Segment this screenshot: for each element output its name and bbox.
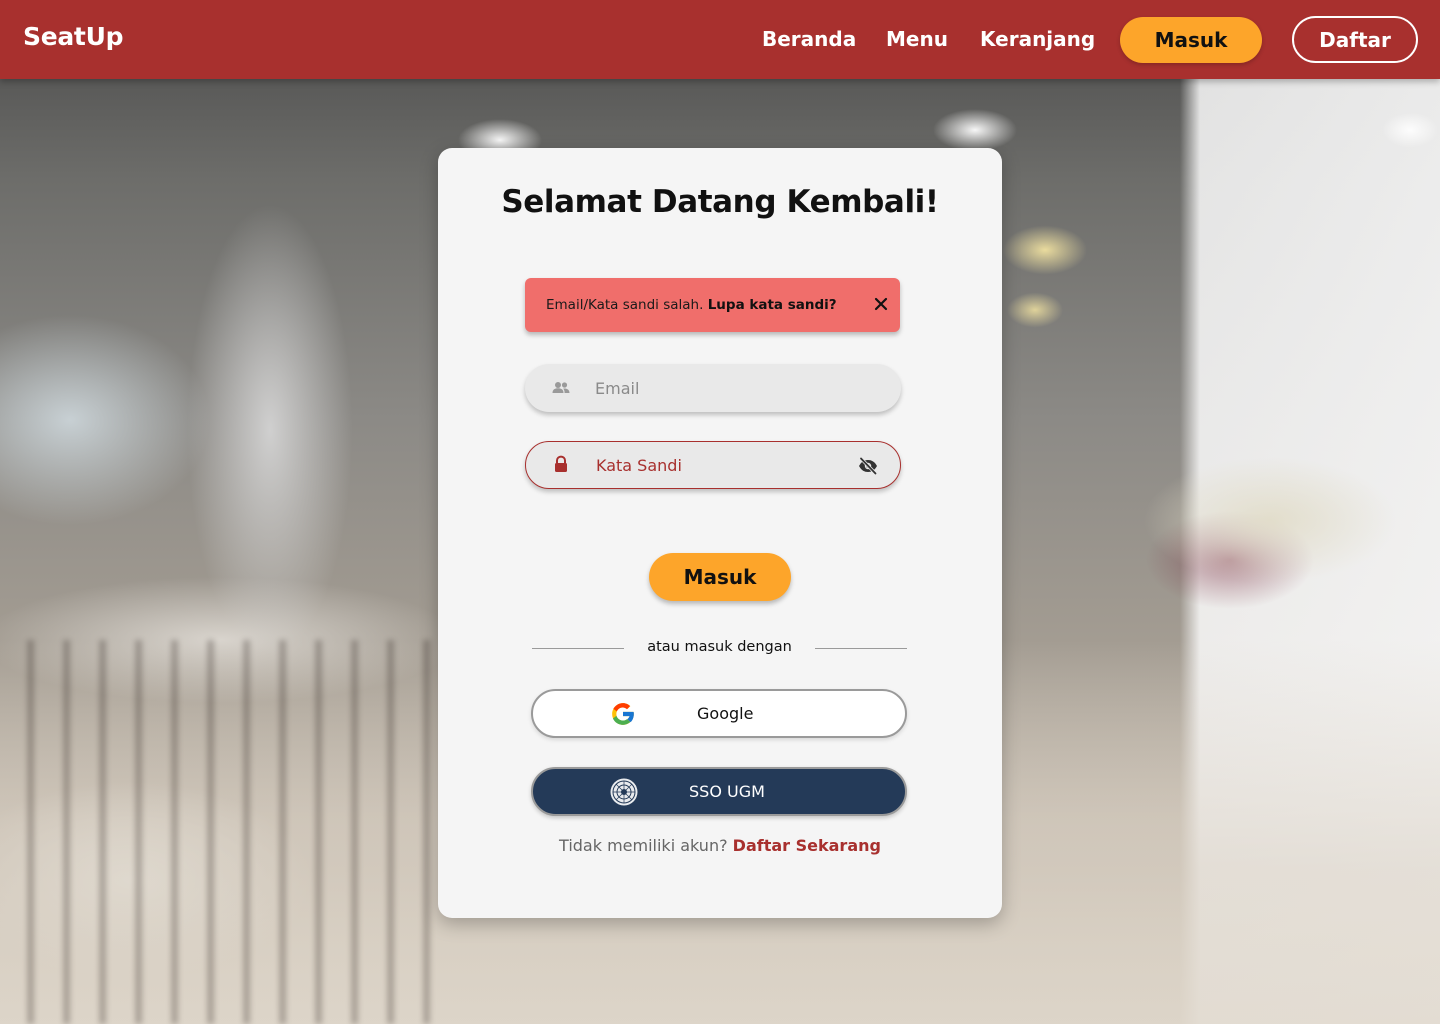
nav-link-menu[interactable]: Menu <box>886 27 948 51</box>
ugm-seal-icon <box>610 778 638 806</box>
signup-prompt-text: Tidak memiliki akun? <box>559 836 728 855</box>
page-title: Selamat Datang Kembali! <box>501 184 939 220</box>
password-input[interactable] <box>596 442 836 488</box>
email-input[interactable] <box>595 364 835 412</box>
login-submit-button[interactable]: Masuk <box>649 553 791 601</box>
signup-prompt: Tidak memiliki akun? Daftar Sekarang <box>438 836 1002 855</box>
sso-ugm-login-button[interactable]: SSO UGM <box>531 767 907 816</box>
background-chairs <box>0 640 440 1024</box>
forgot-password-link[interactable]: Lupa kata sandi? <box>708 297 837 313</box>
nav-login-button[interactable]: Masuk <box>1120 17 1262 63</box>
alert-message: Email/Kata sandi salah. Lupa kata sandi? <box>546 297 837 313</box>
nav-register-button[interactable]: Daftar <box>1292 16 1418 63</box>
divider-right <box>815 648 907 649</box>
brand-logo[interactable]: SeatUp <box>23 22 123 51</box>
password-field[interactable] <box>525 441 901 489</box>
navbar: SeatUp Beranda Menu Keranjang Masuk Daft… <box>0 0 1440 79</box>
sso-ugm-label: SSO UGM <box>689 782 765 801</box>
google-icon <box>612 703 635 725</box>
google-login-label: Google <box>697 704 754 723</box>
close-icon[interactable] <box>874 297 888 311</box>
nav-link-beranda[interactable]: Beranda <box>762 27 856 51</box>
lock-icon <box>555 455 567 472</box>
users-icon <box>552 382 570 393</box>
divider-left <box>532 648 624 649</box>
alert-message-text: Email/Kata sandi salah. <box>546 297 704 313</box>
login-card: Selamat Datang Kembali! Email/Kata sandi… <box>438 148 1002 918</box>
error-alert: Email/Kata sandi salah. Lupa kata sandi? <box>525 278 900 332</box>
email-field[interactable] <box>525 364 901 412</box>
eye-off-icon[interactable] <box>858 457 878 475</box>
nav-link-keranjang[interactable]: Keranjang <box>980 27 1095 51</box>
divider-text: atau masuk dengan <box>647 639 792 655</box>
google-login-button[interactable]: Google <box>531 689 907 738</box>
signup-link[interactable]: Daftar Sekarang <box>733 836 881 855</box>
